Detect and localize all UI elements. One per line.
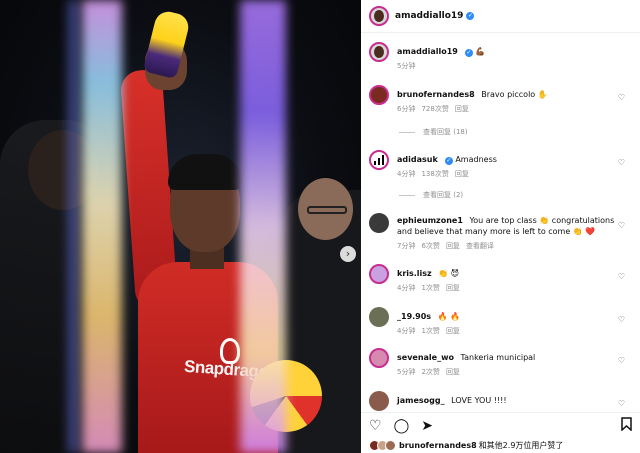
comment-text: 👏 😈 bbox=[438, 269, 460, 278]
comment-time: 7分钟 bbox=[397, 242, 416, 250]
likes-user[interactable]: brunofernandes8 bbox=[399, 441, 477, 450]
verified-badge-icon: ✓ bbox=[444, 157, 453, 165]
comment-item: jamesogg_ LOVE YOU !!!! ♡ bbox=[369, 391, 631, 411]
likes-summary[interactable]: brunofernandes8 和其他2.9万位用户赞了 bbox=[369, 440, 563, 451]
reply-button[interactable]: 回复 bbox=[446, 242, 460, 250]
comment-username[interactable]: ephieumzone1 bbox=[397, 216, 463, 225]
view-replies-button[interactable]: 查看回复 (18) bbox=[399, 127, 468, 137]
comment-username[interactable]: sevenale_wo bbox=[397, 353, 454, 362]
comment-text: Amadness bbox=[455, 155, 497, 164]
comment-likes[interactable]: 6次赞 bbox=[421, 242, 439, 250]
post-header: amaddiallo19 ✓ bbox=[361, 0, 640, 33]
verified-badge-icon: ✓ bbox=[464, 49, 473, 57]
bookmark-icon[interactable] bbox=[621, 416, 632, 435]
verified-badge-icon: ✓ bbox=[466, 12, 475, 20]
comment-item: adidasuk ✓ Amadness 4分钟 138次赞 回复 ♡ bbox=[369, 150, 631, 180]
reply-button[interactable]: 回复 bbox=[446, 284, 460, 292]
reply-button[interactable]: 回复 bbox=[446, 327, 460, 335]
caption: amaddiallo19 ✓ 💪🏾 5分钟 bbox=[369, 42, 631, 72]
comment-time: 4分钟 bbox=[397, 170, 416, 178]
comment-likes[interactable]: 1次赞 bbox=[421, 284, 439, 292]
heart-icon[interactable]: ♡ bbox=[369, 418, 382, 434]
comment-text: LOVE YOU !!!! bbox=[451, 396, 507, 405]
comment-text: 🔥 🔥 bbox=[437, 312, 461, 321]
light-beam bbox=[240, 0, 286, 453]
heart-icon[interactable]: ♡ bbox=[618, 399, 625, 408]
avatar[interactable] bbox=[369, 85, 389, 105]
reply-button[interactable]: 回复 bbox=[455, 105, 469, 113]
author-username[interactable]: amaddiallo19 bbox=[395, 11, 463, 21]
heart-icon[interactable]: ♡ bbox=[618, 356, 625, 365]
comment-text: Tankeria municipal bbox=[460, 353, 536, 362]
post-media[interactable]: Snapdragon › bbox=[0, 0, 361, 453]
adidas-logo-icon bbox=[374, 155, 384, 165]
background-person-glasses bbox=[307, 206, 347, 214]
avatar[interactable] bbox=[369, 6, 389, 26]
avatar[interactable] bbox=[369, 264, 389, 284]
comment-item: brunofernandes8 Bravo piccolo ✋ 6分钟 728次赞… bbox=[369, 85, 631, 115]
avatar[interactable] bbox=[369, 391, 389, 411]
light-beam bbox=[68, 0, 78, 453]
comments-panel: amaddiallo19 ✓ amaddiallo19 ✓ 💪🏾 5分钟 brun… bbox=[361, 0, 640, 453]
view-replies-button[interactable]: 查看回复 (2) bbox=[399, 190, 463, 200]
reply-button[interactable]: 回复 bbox=[446, 368, 460, 376]
heart-icon[interactable]: ♡ bbox=[618, 272, 625, 281]
likes-text: 和其他2.9万位用户赞了 bbox=[478, 441, 564, 450]
comment-username[interactable]: adidasuk bbox=[397, 155, 438, 164]
comment-time: 4分钟 bbox=[397, 327, 416, 335]
avatar[interactable] bbox=[369, 307, 389, 327]
comment-likes[interactable]: 728次赞 bbox=[421, 105, 448, 113]
heart-icon[interactable]: ♡ bbox=[618, 158, 625, 167]
chevron-right-icon[interactable]: › bbox=[340, 246, 356, 262]
bookmark-shape bbox=[621, 416, 632, 432]
caption-text: 💪🏾 bbox=[475, 47, 486, 56]
comment-text: Bravo piccolo ✋ bbox=[481, 90, 548, 99]
comment-item: _19.90s 🔥 🔥 4分钟 1次赞 回复 ♡ bbox=[369, 307, 631, 337]
comment-time: 4分钟 bbox=[397, 284, 416, 292]
action-bar: ♡ ◯ ➤ bbox=[361, 412, 640, 438]
reply-button[interactable]: 回复 bbox=[455, 170, 469, 178]
comment-likes[interactable]: 138次赞 bbox=[421, 170, 448, 178]
light-beam bbox=[82, 0, 122, 453]
comment-item: kris.lisz 👏 😈 4分钟 1次赞 回复 ♡ bbox=[369, 264, 631, 294]
avatar-figure bbox=[374, 10, 384, 22]
avatar[interactable] bbox=[369, 213, 389, 233]
share-icon[interactable]: ➤ bbox=[421, 418, 433, 434]
comment-item: ephieumzone1 You are top class 👏 congrat… bbox=[369, 213, 631, 252]
avatar-figure bbox=[374, 46, 384, 58]
comment-icon[interactable]: ◯ bbox=[394, 418, 410, 434]
caption-time: 5分钟 bbox=[397, 62, 416, 70]
avatar bbox=[385, 440, 396, 451]
comment-likes[interactable]: 2次赞 bbox=[421, 368, 439, 376]
see-translation-button[interactable]: 查看翻译 bbox=[466, 242, 494, 250]
comment-item: sevenale_wo Tankeria municipal 5分钟 2次赞 回复 … bbox=[369, 348, 631, 378]
avatar[interactable] bbox=[369, 150, 389, 170]
heart-icon[interactable]: ♡ bbox=[618, 221, 625, 230]
heart-icon[interactable]: ♡ bbox=[618, 315, 625, 324]
comment-username[interactable]: brunofernandes8 bbox=[397, 90, 475, 99]
avatar[interactable] bbox=[369, 42, 389, 62]
comment-username[interactable]: kris.lisz bbox=[397, 269, 432, 278]
comment-username[interactable]: _19.90s bbox=[397, 312, 431, 321]
comment-likes[interactable]: 1次赞 bbox=[421, 327, 439, 335]
avatar[interactable] bbox=[369, 348, 389, 368]
caption-username[interactable]: amaddiallo19 bbox=[397, 47, 458, 56]
heart-icon[interactable]: ♡ bbox=[618, 93, 625, 102]
player-hair bbox=[168, 154, 242, 190]
comment-time: 6分钟 bbox=[397, 105, 416, 113]
comment-username[interactable]: jamesogg_ bbox=[397, 396, 445, 405]
comment-time: 5分钟 bbox=[397, 368, 416, 376]
